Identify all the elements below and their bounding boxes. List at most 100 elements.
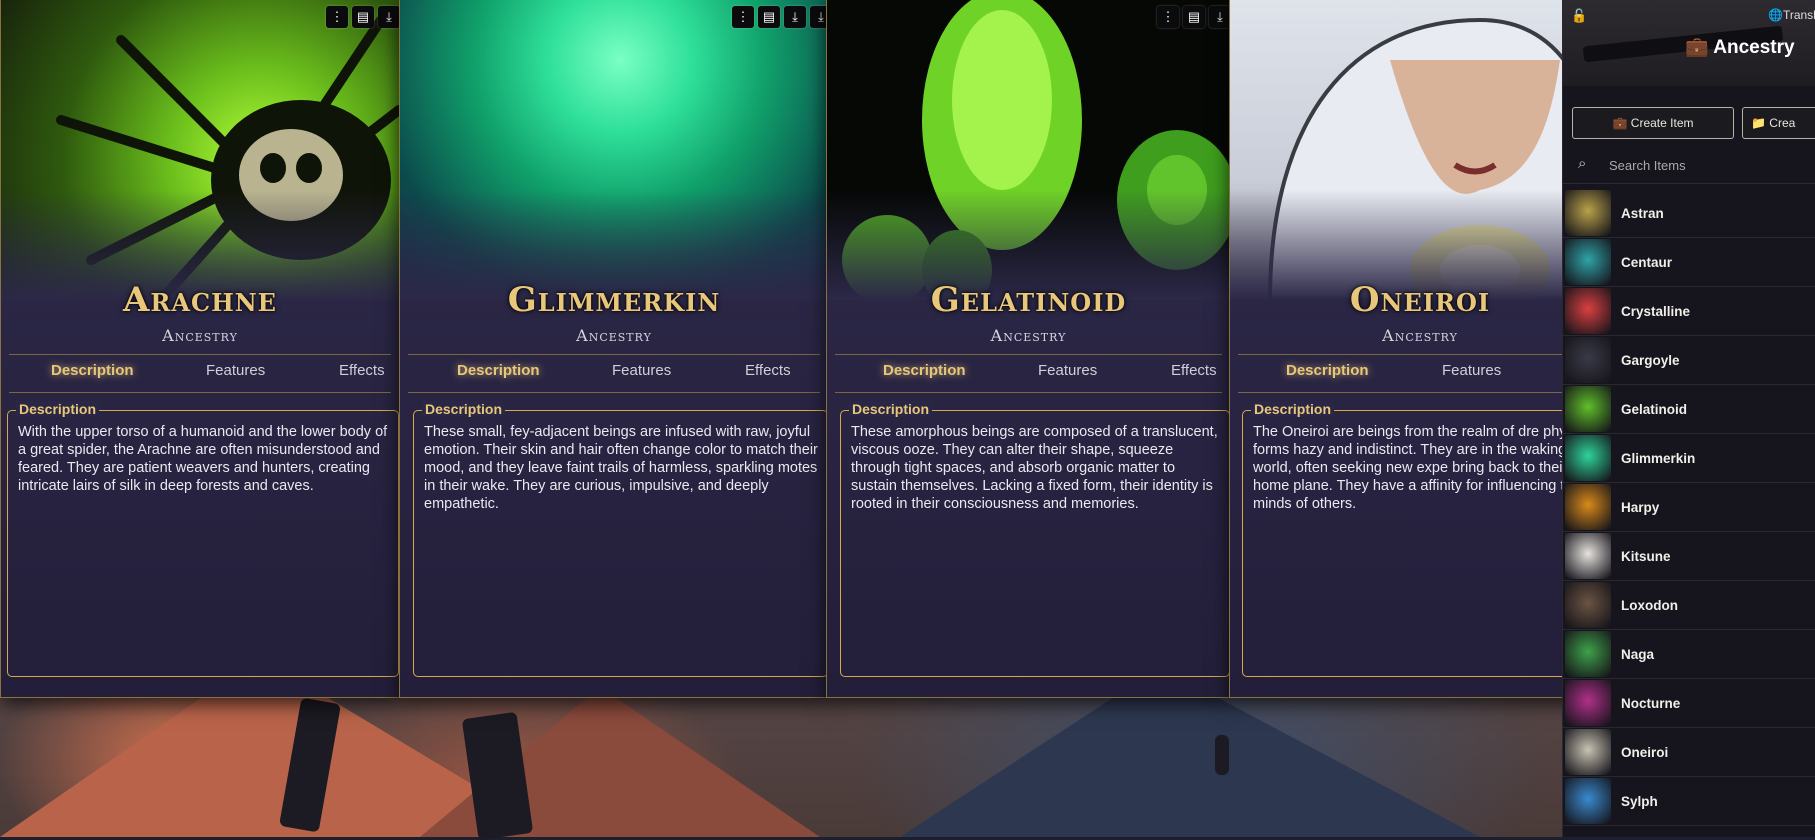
menu-icon[interactable]: ⋮ bbox=[732, 6, 754, 28]
tab-features[interactable]: Features bbox=[206, 362, 265, 379]
description-text[interactable]: These amorphous beings are composed of a… bbox=[851, 423, 1221, 513]
translate-label: Transl bbox=[1782, 8, 1815, 22]
sheet-tabs: Description Features Effects bbox=[1, 362, 399, 386]
description-text[interactable]: These small, fey-adjacent beings are inf… bbox=[424, 423, 819, 513]
list-item-label: Centaur bbox=[1621, 254, 1673, 270]
sheet-tabs: Description Features bbox=[1230, 362, 1610, 386]
sidebar-title: 💼 Ancestry bbox=[1685, 35, 1795, 59]
divider bbox=[408, 354, 820, 355]
list-item-label: Gelatinoid bbox=[1621, 401, 1688, 417]
sheet-subtitle: Ancestry bbox=[1382, 326, 1458, 345]
list-item-label: Naga bbox=[1621, 646, 1655, 662]
tab-description[interactable]: Description bbox=[883, 362, 966, 379]
divider bbox=[9, 392, 391, 393]
item-sheet-gelatinoid: ⋮ ▤ ⤓ Gelatinoid Ancestry Description Fe… bbox=[826, 0, 1231, 698]
list-item[interactable]: Nocturne bbox=[1563, 679, 1815, 728]
sidebar-header: 🔓 🌐Transl 💼 Ancestry bbox=[1563, 0, 1815, 86]
folder-icon: 📁 bbox=[1751, 116, 1766, 130]
list-item[interactable]: Centaur bbox=[1563, 238, 1815, 287]
divider bbox=[835, 354, 1222, 355]
tab-description[interactable]: Description bbox=[457, 362, 540, 379]
item-thumbnail bbox=[1565, 190, 1611, 236]
item-sheet-oneiroi: Oneiroi Ancestry Description Features De… bbox=[1229, 0, 1611, 698]
list-item[interactable]: Loxodon bbox=[1563, 581, 1815, 630]
menu-icon[interactable]: ⋮ bbox=[1157, 6, 1179, 28]
list-item[interactable]: Naga bbox=[1563, 630, 1815, 679]
tab-features[interactable]: Features bbox=[1442, 362, 1501, 379]
item-thumbnail bbox=[1565, 337, 1611, 383]
list-item[interactable]: Gargoyle bbox=[1563, 336, 1815, 385]
tab-features[interactable]: Features bbox=[612, 362, 671, 379]
translate-button[interactable]: 🌐Transl bbox=[1768, 8, 1815, 22]
list-item-label: Oneiroi bbox=[1621, 744, 1669, 760]
item-list: Astran Centaur Crystalline Gargoyle Gelatino… bbox=[1563, 189, 1815, 826]
item-thumbnail bbox=[1565, 582, 1611, 628]
tab-description[interactable]: Description bbox=[1286, 362, 1369, 379]
tab-description[interactable]: Description bbox=[51, 362, 134, 379]
description-fieldset: Description These small, fey-adjacent be… bbox=[413, 401, 828, 677]
sheet-tabs: Description Features Effects bbox=[400, 362, 828, 386]
fieldset-legend: Description bbox=[422, 401, 506, 417]
item-thumbnail bbox=[1565, 484, 1611, 530]
sheet-title: Oneiroi bbox=[1349, 280, 1491, 320]
item-thumbnail bbox=[1565, 288, 1611, 334]
item-thumbnail bbox=[1565, 239, 1611, 285]
sheet-subtitle: Ancestry bbox=[576, 326, 652, 345]
list-item-label: Harpy bbox=[1621, 499, 1660, 515]
create-folder-button[interactable]: 📁 Crea bbox=[1742, 107, 1815, 139]
description-text[interactable]: With the upper torso of a humanoid and t… bbox=[18, 423, 390, 495]
create-item-button[interactable]: 💼 Create Item bbox=[1572, 107, 1734, 139]
lock-icon[interactable]: 🔓 bbox=[1571, 8, 1587, 24]
list-item-label: Gargoyle bbox=[1621, 352, 1680, 368]
item-thumbnail bbox=[1565, 533, 1611, 579]
list-item-label: Glimmerkin bbox=[1621, 450, 1696, 466]
sheet-toolbar: ⋮ ▤ ⤓ bbox=[326, 6, 399, 28]
sheet-subtitle: Ancestry bbox=[162, 326, 238, 345]
list-item[interactable]: Oneiroi bbox=[1563, 728, 1815, 777]
item-sheet-glimmerkin: ⋮ ▤ ⤓ ⤓ Glimmerkin Ancestry Description … bbox=[399, 0, 829, 698]
fieldset-legend: Description bbox=[1251, 401, 1335, 417]
description-text[interactable]: The Oneiroi are beings from the realm of… bbox=[1253, 423, 1601, 513]
document-icon[interactable]: ▤ bbox=[1183, 6, 1205, 28]
sheet-title: Glimmerkin bbox=[507, 280, 721, 320]
sheet-artwork bbox=[400, 0, 828, 300]
tab-effects[interactable]: Effects bbox=[339, 362, 385, 379]
item-thumbnail bbox=[1565, 729, 1611, 775]
fieldset-legend: Description bbox=[16, 401, 100, 417]
list-item[interactable]: Gelatinoid bbox=[1563, 385, 1815, 434]
list-item[interactable]: Kitsune bbox=[1563, 532, 1815, 581]
search-bar: ⌕ bbox=[1563, 147, 1815, 184]
list-item-label: Astran bbox=[1621, 205, 1664, 221]
list-item[interactable]: Harpy bbox=[1563, 483, 1815, 532]
list-item-label: Sylph bbox=[1621, 793, 1658, 809]
list-item[interactable]: Astran bbox=[1563, 189, 1815, 238]
sheet-artwork bbox=[1230, 0, 1610, 300]
download-icon[interactable]: ⤓ bbox=[784, 6, 806, 28]
briefcase-icon: 💼 bbox=[1612, 116, 1628, 130]
sheet-tabs: Description Features Effects bbox=[827, 362, 1230, 386]
list-item-label: Kitsune bbox=[1621, 548, 1671, 564]
download-icon[interactable]: ⤓ bbox=[378, 6, 399, 28]
menu-icon[interactable]: ⋮ bbox=[326, 6, 348, 28]
item-thumbnail bbox=[1565, 435, 1611, 481]
divider bbox=[9, 354, 391, 355]
list-item[interactable]: Glimmerkin bbox=[1563, 434, 1815, 483]
description-fieldset: Description These amorphous beings are c… bbox=[840, 401, 1230, 677]
download-icon[interactable]: ⤓ bbox=[1209, 6, 1230, 28]
item-thumbnail bbox=[1565, 386, 1611, 432]
tab-features[interactable]: Features bbox=[1038, 362, 1097, 379]
document-icon[interactable]: ▤ bbox=[758, 6, 780, 28]
document-icon[interactable]: ▤ bbox=[352, 6, 374, 28]
item-thumbnail bbox=[1565, 778, 1611, 824]
list-item[interactable]: Sylph bbox=[1563, 777, 1815, 826]
fieldset-legend: Description bbox=[849, 401, 933, 417]
globe-icon: 🌐 bbox=[1768, 8, 1783, 22]
search-input[interactable] bbox=[1607, 153, 1811, 177]
divider bbox=[835, 392, 1222, 393]
tab-effects[interactable]: Effects bbox=[1171, 362, 1217, 379]
search-icon: ⌕ bbox=[1578, 155, 1587, 172]
sheet-toolbar: ⋮ ▤ ⤓ ⤓ bbox=[732, 6, 828, 28]
tab-effects[interactable]: Effects bbox=[745, 362, 791, 379]
create-folder-label: Crea bbox=[1769, 116, 1796, 130]
list-item[interactable]: Crystalline bbox=[1563, 287, 1815, 336]
